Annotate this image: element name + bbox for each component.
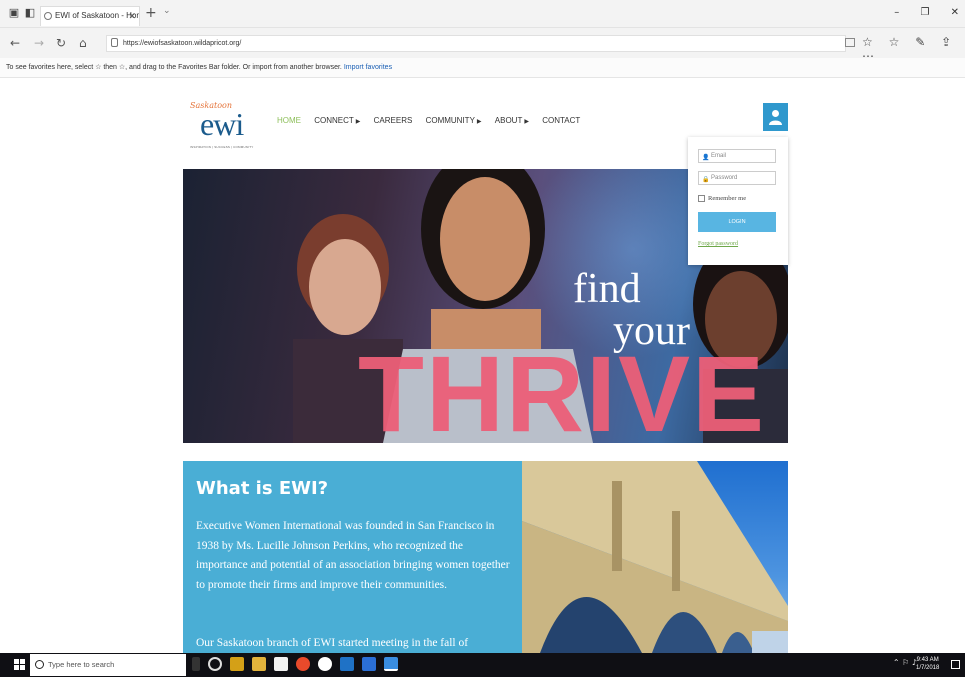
taskbar-search-placeholder: Type here to search — [48, 660, 115, 669]
tab-title: EWI of Saskatoon - Hon — [55, 11, 140, 20]
clock-date: 1/7/2018 — [916, 665, 940, 671]
forward-icon[interactable]: → — [34, 36, 44, 50]
bridge-photo — [522, 461, 788, 653]
pen-icon[interactable]: ✎ — [915, 35, 925, 49]
import-favorites-link[interactable]: Import favorites — [344, 64, 392, 71]
edge-icon[interactable] — [384, 657, 398, 671]
tab-actions-icon[interactable]: ▣ — [8, 7, 20, 19]
back-icon[interactable]: ← — [10, 36, 20, 50]
remember-me-label: Remember me — [708, 195, 747, 202]
reading-view-icon[interactable] — [845, 38, 855, 47]
microphone-icon[interactable] — [192, 657, 200, 671]
login-button[interactable]: LOGIN — [698, 212, 776, 232]
nav-contact[interactable]: CONTACT — [542, 116, 580, 125]
info-paragraph-2: Our Saskatoon branch of EWI started meet… — [196, 637, 469, 649]
main-nav: HOME CONNECT ▶ CAREERS COMMUNITY ▶ ABOUT ▶ … — [277, 116, 591, 125]
remember-me[interactable]: Remember me — [698, 195, 747, 203]
browser-tab[interactable]: EWI of Saskatoon - Hon ✕ — [40, 6, 140, 26]
file-explorer-icon[interactable] — [252, 657, 266, 671]
site-favicon-icon — [44, 12, 52, 20]
nav-connect[interactable]: CONNECT ▶ — [314, 116, 360, 125]
user-icon: 👤 — [702, 154, 710, 161]
set-aside-tabs-icon[interactable]: ◧ — [24, 7, 36, 19]
email-field[interactable]: 👤 Email — [698, 149, 776, 163]
caret-right-icon: ▶ — [355, 119, 361, 125]
word-icon[interactable] — [362, 657, 376, 671]
windows-start-icon[interactable] — [14, 659, 25, 670]
user-login-button[interactable] — [763, 103, 788, 131]
home-icon[interactable]: ⌂ — [79, 36, 87, 50]
action-center-icon[interactable] — [951, 660, 960, 669]
favorites-hub-icon[interactable]: ☆ — [889, 35, 900, 49]
email-placeholder: Email — [711, 153, 727, 159]
store-icon[interactable] — [230, 657, 244, 671]
address-bar-row: ← → ↻ ⌂ https://ewiofsaskatoon.wildapric… — [0, 28, 965, 63]
nav-community[interactable]: COMMUNITY ▶ — [426, 116, 482, 125]
lock-icon: 🔒 — [702, 176, 710, 183]
nav-connect-label: CONNECT — [314, 116, 354, 125]
hero-find: find — [573, 266, 641, 312]
favorite-star-icon[interactable]: ☆ — [862, 35, 873, 49]
nav-about[interactable]: ABOUT ▶ — [495, 116, 529, 125]
mail-icon[interactable] — [274, 657, 288, 671]
browser-tab-strip: ▣ ◧ EWI of Saskatoon - Hon ✕ + ⌄ – ❐ ✕ — [0, 0, 965, 28]
hero-thrive: THRIVE — [358, 333, 767, 444]
remember-me-checkbox[interactable] — [698, 195, 705, 203]
url-text: https://ewiofsaskatoon.wildapricot.org/ — [123, 40, 242, 47]
chevron-down-icon[interactable]: ⌄ — [163, 6, 171, 16]
favorites-hint: To see favorites here, select ☆ then ☆, … — [6, 64, 342, 71]
cortana-icon — [35, 660, 44, 669]
nav-community-label: COMMUNITY — [425, 116, 475, 125]
windows-taskbar: Type here to search ⌃ ⚐ ♪ 9:43 AM 1/7/20… — [0, 653, 965, 677]
web-page: Saskatoon ewi INSPIRATION | SUCCESS | CO… — [0, 78, 965, 653]
caret-right-icon: ▶ — [524, 119, 529, 125]
taskbar-search[interactable]: Type here to search — [30, 654, 186, 676]
app-icon[interactable] — [318, 657, 332, 671]
share-icon[interactable]: ⇪ — [941, 35, 951, 49]
nav-about-label: ABOUT — [494, 116, 523, 125]
nav-home[interactable]: HOME — [277, 116, 301, 125]
logo-main: ewi — [200, 106, 244, 142]
login-dropdown: 👤 Email 🔒 Password Remember me LOGIN For… — [688, 137, 788, 265]
refresh-icon[interactable]: ↻ — [56, 36, 66, 50]
favorites-bar: To see favorites here, select ☆ then ☆, … — [0, 58, 965, 78]
window-controls: – ❐ ✕ — [876, 7, 959, 18]
lock-icon — [111, 38, 118, 47]
ewi-logo[interactable]: Saskatoon ewi INSPIRATION | SUCCESS | CO… — [190, 101, 260, 151]
url-field[interactable]: https://ewiofsaskatoon.wildapricot.org/ — [106, 35, 846, 52]
window-close-icon[interactable]: ✕ — [951, 7, 959, 18]
what-is-ewi-panel: What is EWI? Executive Women Internation… — [183, 461, 522, 653]
caret-right-icon: ▶ — [476, 119, 482, 125]
password-placeholder: Password — [711, 175, 738, 181]
password-field[interactable]: 🔒 Password — [698, 171, 776, 185]
info-paragraph-1: Executive Women International was founde… — [196, 520, 510, 591]
taskbar-clock[interactable]: 9:43 AM 1/7/2018 — [916, 656, 939, 672]
new-tab-icon[interactable]: + — [145, 5, 157, 21]
system-tray[interactable]: ⌃ ⚐ ♪ — [893, 658, 917, 667]
clock-time: 9:43 AM — [916, 657, 939, 663]
outlook-icon[interactable] — [340, 657, 354, 671]
logo-tagline: INSPIRATION | SUCCESS | COMMUNITY — [190, 145, 254, 149]
user-icon — [769, 110, 782, 125]
restore-icon[interactable]: ❐ — [920, 7, 929, 18]
minimize-icon[interactable]: – — [894, 7, 899, 18]
bridge-image — [522, 461, 788, 653]
forgot-password-link[interactable]: Forgot password — [698, 241, 738, 247]
task-view-icon[interactable] — [208, 657, 222, 671]
nav-careers[interactable]: CAREERS — [374, 116, 413, 125]
chrome-icon[interactable] — [296, 657, 310, 671]
info-heading: What is EWI? — [196, 478, 329, 499]
close-tab-icon[interactable]: ✕ — [128, 7, 136, 25]
taskbar-apps — [192, 657, 406, 671]
